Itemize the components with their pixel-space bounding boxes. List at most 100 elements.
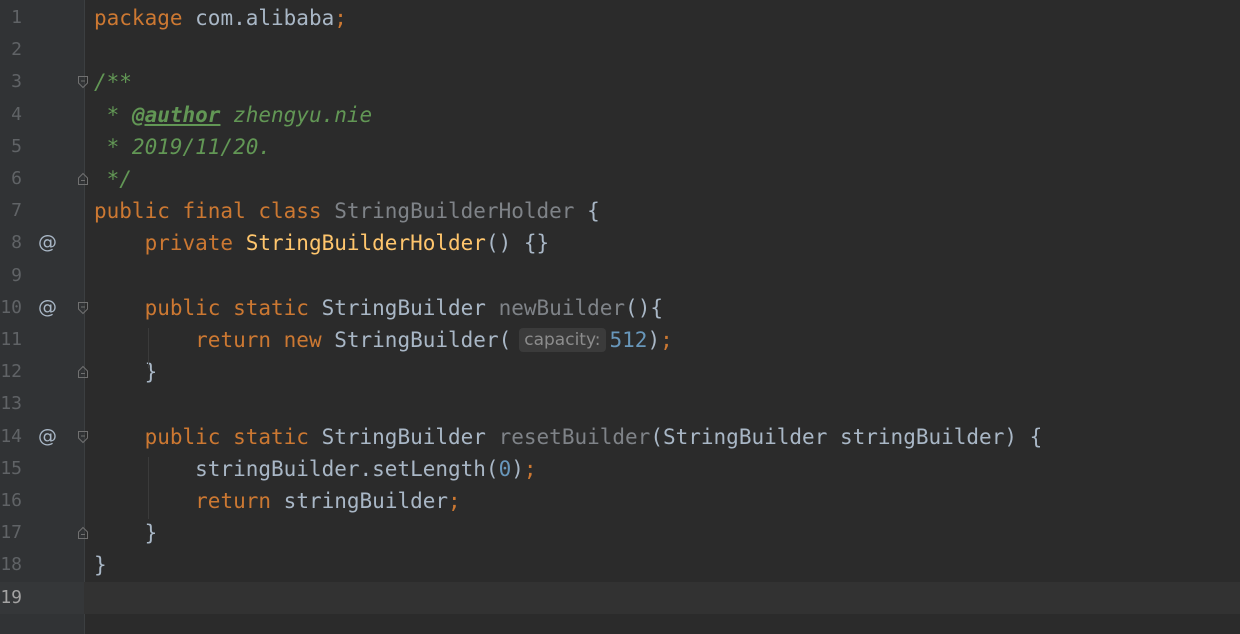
line-number: 10 [0, 296, 22, 318]
code-line[interactable]: 9 [0, 260, 1240, 292]
code-line[interactable]: 5 * 2019/11/20. [0, 131, 1240, 163]
override-marker-icon[interactable]: @ [38, 423, 57, 449]
gutter-cell: 1 [0, 2, 84, 34]
code-line[interactable]: 18} [0, 549, 1240, 581]
gutter-cell: 8 @ [0, 227, 84, 259]
code-text[interactable]: return new StringBuilder(capacity: 512); [94, 324, 673, 356]
comment-token: zhengyu.nie [220, 102, 373, 127]
keyword-token: public static [144, 424, 322, 449]
gutter-cell: 6 [0, 163, 88, 195]
code-text[interactable]: package com.alibaba; [94, 2, 347, 34]
code-token: stringBuilder.setLength( [94, 456, 499, 481]
code-line[interactable]: 2 [0, 34, 1240, 66]
gutter-cell: 4 [0, 99, 84, 131]
code-text[interactable]: * @author zhengyu.nie [94, 99, 373, 131]
line-number: 6 [11, 168, 22, 189]
code-line[interactable]: 16 return stringBuilder; [0, 485, 1240, 517]
override-marker-icon[interactable]: @ [38, 294, 57, 320]
gutter-cell: 16 [0, 485, 84, 517]
code-text[interactable]: } [94, 549, 107, 581]
code-text[interactable]: /** [94, 66, 132, 98]
keyword-token: public static [144, 295, 322, 320]
code-token: () {} [485, 231, 550, 256]
code-line[interactable]: 15 stringBuilder.setLength(0); [0, 453, 1240, 485]
line-number: 18 [0, 554, 22, 576]
comment-token: * 2019/11/20. [94, 134, 272, 159]
gutter-cell: 18 [0, 549, 84, 581]
code-text[interactable]: public static StringBuilder resetBuilder… [94, 421, 1043, 453]
keyword-token: return new [195, 328, 335, 352]
code-line[interactable]: 10 @ public static StringBuilder newBuild… [0, 292, 1240, 324]
code-line[interactable]: 11 return new StringBuilder(capacity: 512… [0, 324, 1240, 356]
code-line[interactable]: 14 @ public static StringBuilder resetBui… [0, 421, 1240, 453]
line-number: 12 [0, 361, 22, 383]
comment-token: */ [94, 167, 132, 191]
code-text[interactable]: public final class StringBuilderHolder { [94, 195, 600, 227]
code-token: StringBuilder [321, 295, 499, 320]
code-line[interactable]: 12 } [0, 356, 1240, 388]
fold-end-icon[interactable] [77, 526, 89, 540]
gutter-cell: 2 [0, 34, 84, 66]
keyword-token: ; [523, 456, 537, 481]
fold-end-icon[interactable] [77, 365, 89, 379]
gutter-cell: 9 [0, 260, 84, 292]
gutter-cell: 5 [0, 131, 84, 163]
fold-start-icon[interactable] [77, 75, 89, 89]
javadoc-tag-token: @author [131, 102, 221, 127]
gutter-cell: 17 [0, 517, 88, 549]
override-marker-icon[interactable]: @ [38, 229, 57, 255]
code-text[interactable]: * 2019/11/20. [94, 131, 271, 163]
line-number: 11 [0, 329, 22, 350]
code-text[interactable]: */ [94, 163, 132, 195]
code-line[interactable]: 13 [0, 388, 1240, 420]
line-number: 8 [11, 232, 22, 254]
code-text[interactable]: private StringBuilderHolder() {} [94, 227, 550, 259]
gutter-cell: 12 [0, 356, 88, 388]
code-token: (){ [625, 295, 663, 320]
code-line[interactable]: 19 [0, 581, 1240, 614]
code-text[interactable]: stringBuilder.setLength(0); [94, 453, 537, 485]
gutter-cell: 15 [0, 453, 84, 485]
gutter-cell: 3 [0, 66, 88, 98]
keyword-token: return [195, 489, 284, 513]
line-number: 19 [0, 586, 22, 608]
code-line[interactable]: 4 * @author zhengyu.nie [0, 99, 1240, 131]
code-token: { [574, 199, 600, 224]
code-line[interactable]: 1 package com.alibaba; [0, 2, 1240, 34]
parameter-hint: capacity: [519, 328, 606, 352]
keyword-token: ; [334, 6, 347, 30]
code-token: ) [511, 456, 524, 481]
code-token: com.alibaba [182, 6, 335, 30]
number-literal-token: 0 [498, 456, 512, 481]
gutter-cell: 10 @ [0, 292, 88, 324]
code-text[interactable]: } [94, 517, 158, 549]
fold-start-icon[interactable] [77, 301, 89, 315]
comment-token: * [94, 102, 132, 127]
code-line[interactable]: 3 /** [0, 66, 1240, 98]
gutter-cell: 14 @ [0, 421, 88, 453]
fold-end-icon[interactable] [77, 172, 89, 186]
indent-guide-method-2 [148, 457, 149, 519]
keyword-token: ; [660, 328, 673, 352]
code-token: } [94, 521, 158, 546]
code-text[interactable]: public static StringBuilder newBuilder()… [94, 292, 663, 324]
code-token: stringBuilder [283, 489, 449, 513]
identifier-token: newBuilder [498, 295, 626, 320]
comment-token: /** [94, 70, 132, 95]
line-number: 5 [11, 135, 22, 157]
identifier-token: resetBuilder [498, 424, 651, 449]
fold-start-icon[interactable] [77, 430, 89, 444]
code-line[interactable]: 17 } [0, 517, 1240, 549]
line-number: 15 [0, 457, 22, 479]
code-line[interactable]: 6 */ [0, 163, 1240, 195]
gutter-cell: 11 [0, 324, 84, 356]
code-line[interactable]: 7 public final class StringBuilderHolder … [0, 195, 1240, 227]
function-name-token: StringBuilderHolder [245, 231, 486, 256]
code-text[interactable]: return stringBuilder; [94, 485, 461, 517]
code-line[interactable]: 8 @ private StringBuilderHolder() {} [0, 227, 1240, 259]
line-number: 3 [11, 71, 22, 93]
